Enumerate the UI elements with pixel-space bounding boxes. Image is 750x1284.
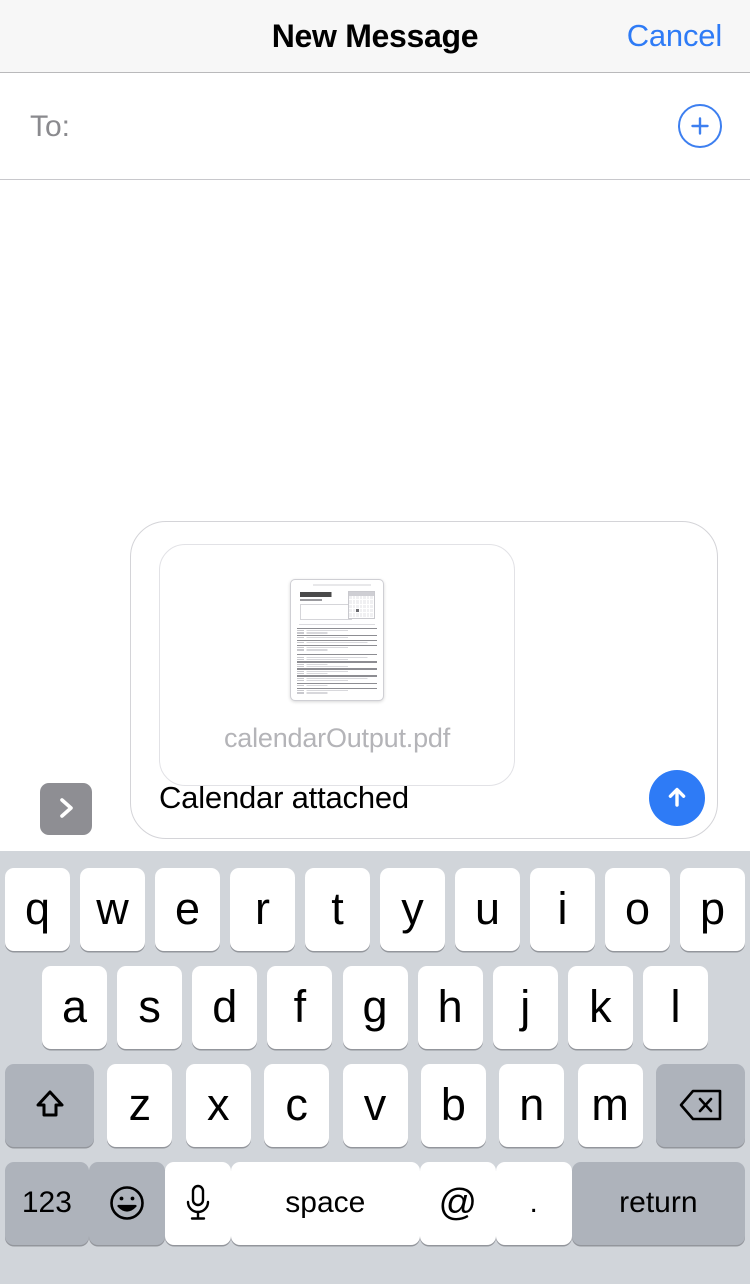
key-h[interactable]: h (417, 965, 483, 1049)
smiley-face-icon (105, 1181, 149, 1225)
key-d[interactable]: d (192, 965, 258, 1049)
keyboard-row-1: q w e r t y u i o p (0, 860, 750, 958)
recipient-row[interactable]: To: (0, 73, 750, 180)
cancel-button[interactable]: Cancel (627, 0, 722, 72)
key-z[interactable]: z (107, 1063, 173, 1147)
key-c[interactable]: c (264, 1063, 330, 1147)
key-n[interactable]: n (499, 1063, 565, 1147)
key-v[interactable]: v (342, 1063, 408, 1147)
message-text-input[interactable]: Calendar attached (159, 780, 599, 816)
numbers-key[interactable]: 123 (5, 1161, 89, 1245)
keyboard-row-3: z x c v b n m (0, 1056, 750, 1154)
at-key[interactable]: @ (419, 1161, 496, 1245)
emoji-key[interactable] (88, 1161, 165, 1245)
backspace-icon (678, 1087, 724, 1123)
key-q[interactable]: q (5, 867, 70, 951)
shift-key[interactable] (5, 1063, 94, 1147)
key-y[interactable]: y (380, 867, 445, 951)
key-g[interactable]: g (342, 965, 408, 1049)
compose-bar: calendarOutput.pdf Calendar attached (0, 520, 750, 851)
key-a[interactable]: a (42, 965, 107, 1049)
dictation-key[interactable] (164, 1161, 231, 1245)
arrow-up-icon (662, 782, 692, 815)
message-input-bubble[interactable]: calendarOutput.pdf Calendar attached (130, 521, 718, 839)
key-u[interactable]: u (455, 867, 520, 951)
conversation-area: calendarOutput.pdf Calendar attached (0, 180, 750, 851)
app-drawer-expand-button[interactable] (40, 783, 92, 835)
key-b[interactable]: b (420, 1063, 486, 1147)
shift-arrow-icon (29, 1084, 71, 1126)
add-contact-button[interactable] (678, 104, 722, 148)
key-j[interactable]: j (492, 965, 558, 1049)
key-x[interactable]: x (185, 1063, 251, 1147)
period-key[interactable]: . (495, 1161, 572, 1245)
navigation-bar: New Message Cancel (0, 0, 750, 73)
key-e[interactable]: e (155, 867, 220, 951)
key-i[interactable]: i (530, 867, 595, 951)
messages-new-message-screen: New Message Cancel To: calendarOutput.pd… (0, 0, 750, 1284)
key-k[interactable]: k (567, 965, 633, 1049)
key-m[interactable]: m (577, 1063, 643, 1147)
keyboard-row-4: 123 space @ . return (0, 1154, 750, 1252)
key-w[interactable]: w (80, 867, 145, 951)
send-button[interactable] (649, 770, 705, 826)
key-f[interactable]: f (267, 965, 333, 1049)
chevron-right-icon (52, 794, 80, 825)
plus-circle-icon (688, 114, 712, 138)
pdf-preview-thumbnail (290, 578, 384, 701)
attachment-card[interactable]: calendarOutput.pdf (159, 544, 515, 786)
key-s[interactable]: s (117, 965, 183, 1049)
key-p[interactable]: p (680, 867, 745, 951)
to-label: To: (30, 109, 71, 143)
key-o[interactable]: o (605, 867, 670, 951)
recipient-input[interactable] (92, 73, 642, 180)
keyboard-row-2: a s d f g h j k l (0, 958, 750, 1056)
space-key[interactable]: space (230, 1161, 420, 1245)
microphone-icon (181, 1182, 215, 1224)
key-l[interactable]: l (643, 965, 708, 1049)
on-screen-keyboard: q w e r t y u i o p a s d f g h j k l z … (0, 851, 750, 1284)
key-r[interactable]: r (230, 867, 295, 951)
return-key[interactable]: return (571, 1161, 745, 1245)
key-t[interactable]: t (305, 867, 370, 951)
backspace-key[interactable] (656, 1063, 745, 1147)
attachment-filename: calendarOutput.pdf (223, 722, 451, 753)
